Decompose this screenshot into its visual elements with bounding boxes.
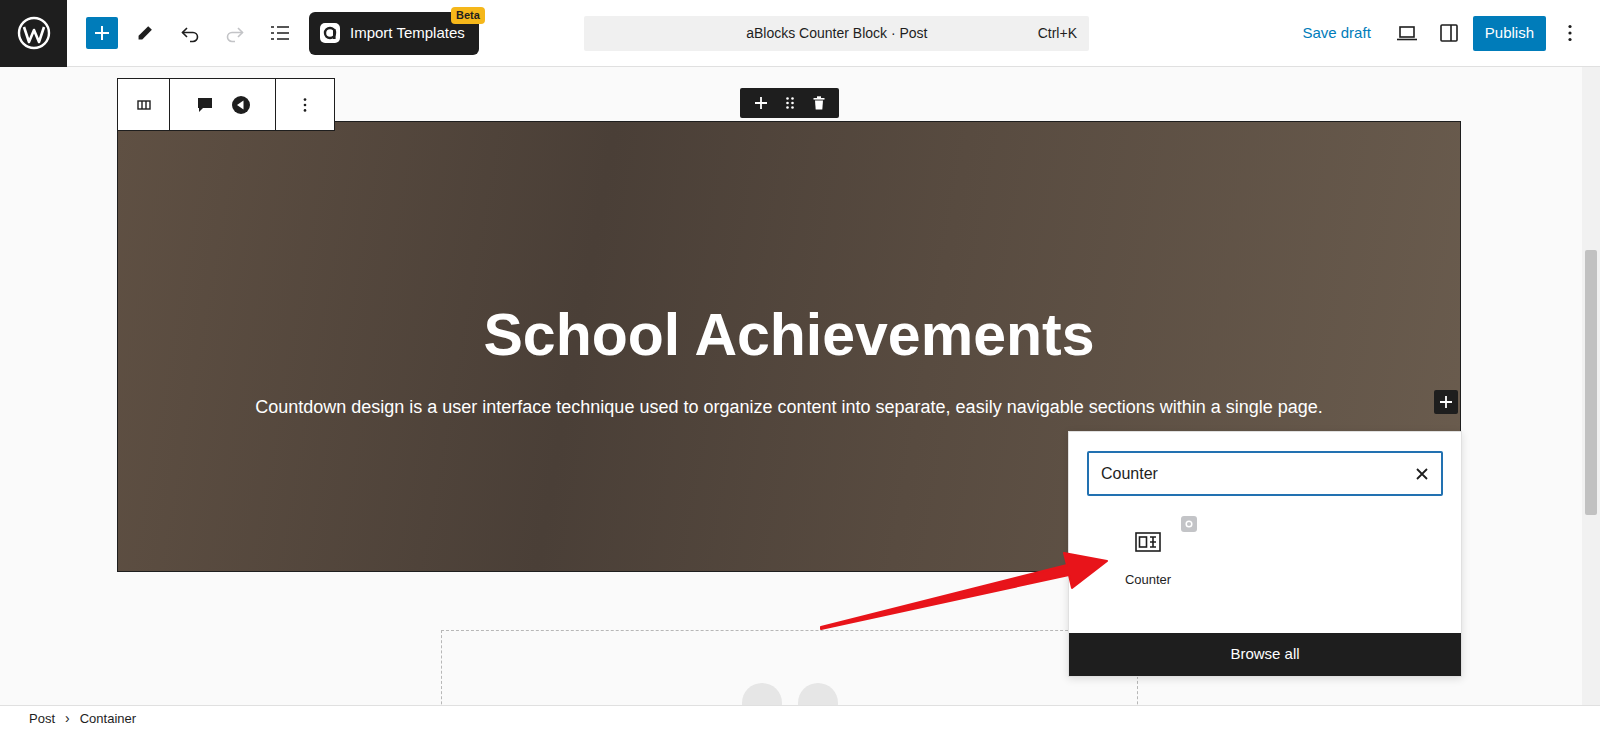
block-type-icon[interactable] xyxy=(134,95,154,115)
placeholder-circle xyxy=(742,683,782,705)
top-toolbar: Import Templates Beta aBlocks Counter Bl… xyxy=(0,0,1600,67)
command-bar[interactable]: aBlocks Counter Block · Post Ctrl+K xyxy=(584,16,1089,51)
settings-sidebar-button[interactable] xyxy=(1431,15,1467,51)
plus-icon xyxy=(92,23,112,43)
close-icon[interactable] xyxy=(1413,465,1431,483)
publish-button[interactable]: Publish xyxy=(1473,16,1546,51)
preview-button[interactable] xyxy=(1389,15,1425,51)
placeholder-circle xyxy=(798,683,838,705)
document-title[interactable]: aBlocks Counter Block · Post xyxy=(596,23,1038,44)
annotation-arrow-icon xyxy=(0,67,1582,705)
breadcrumb-item[interactable]: Post xyxy=(29,709,55,729)
breadcrumb-item[interactable]: Container xyxy=(80,709,136,729)
ablocks-logo-icon xyxy=(319,22,341,44)
block-inserter-button[interactable] xyxy=(86,17,118,49)
import-templates-button[interactable]: Import Templates Beta xyxy=(309,12,479,55)
block-result-label[interactable]: Counter xyxy=(1125,570,1171,590)
search-input[interactable] xyxy=(1099,461,1413,487)
sidebar-icon xyxy=(1437,21,1461,45)
ablocks-badge-icon xyxy=(1181,516,1197,532)
list-view-button[interactable] xyxy=(262,15,298,51)
comment-icon[interactable] xyxy=(194,94,216,116)
undo-icon xyxy=(178,21,202,45)
plus-icon xyxy=(1438,394,1454,410)
import-templates-label: Import Templates xyxy=(350,22,465,45)
container-block[interactable] xyxy=(441,630,1138,705)
undo-button[interactable] xyxy=(172,15,208,51)
scrollbar-thumb[interactable] xyxy=(1585,250,1597,515)
save-draft-button[interactable]: Save draft xyxy=(1302,22,1370,45)
redo-button xyxy=(217,15,253,51)
laptop-icon xyxy=(1395,21,1419,45)
drag-handle-icon[interactable] xyxy=(782,95,798,111)
shortcut-hint: Ctrl+K xyxy=(1038,23,1077,44)
hero-subtitle[interactable]: Countdown design is a user interface tec… xyxy=(235,394,1343,421)
options-button[interactable] xyxy=(1552,15,1588,51)
add-block-button[interactable] xyxy=(1434,390,1458,414)
block-result[interactable]: Counter xyxy=(1103,524,1193,633)
hero-title[interactable]: School Achievements xyxy=(484,302,1095,370)
trash-icon[interactable] xyxy=(811,95,827,111)
kebab-icon[interactable] xyxy=(295,95,315,115)
counter-icon xyxy=(1134,528,1162,556)
search-field[interactable] xyxy=(1087,451,1443,496)
kebab-icon xyxy=(1558,21,1582,45)
block-mover-toolbar xyxy=(740,88,839,118)
search-results: Counter xyxy=(1069,496,1461,633)
redo-icon xyxy=(223,21,247,45)
breadcrumb-separator: › xyxy=(65,708,70,729)
browse-all-button[interactable]: Browse all xyxy=(1069,633,1461,676)
breadcrumb-bar: Post › Container xyxy=(0,705,1600,731)
list-view-icon xyxy=(268,21,292,45)
plus-icon[interactable] xyxy=(753,95,769,111)
editor-canvas: School Achievements Countdown design is … xyxy=(0,67,1582,705)
pencil-icon xyxy=(134,22,156,44)
play-icon[interactable] xyxy=(230,94,252,116)
wordpress-logo-icon[interactable] xyxy=(0,0,67,67)
beta-badge: Beta xyxy=(451,7,485,24)
block-toolbar xyxy=(117,78,335,131)
scrollbar[interactable] xyxy=(1582,67,1600,705)
editor: Import Templates Beta aBlocks Counter Bl… xyxy=(0,0,1600,731)
tools-button[interactable] xyxy=(127,15,163,51)
history-group xyxy=(172,15,253,51)
block-inserter-popover: Counter Browse all xyxy=(1068,431,1462,677)
